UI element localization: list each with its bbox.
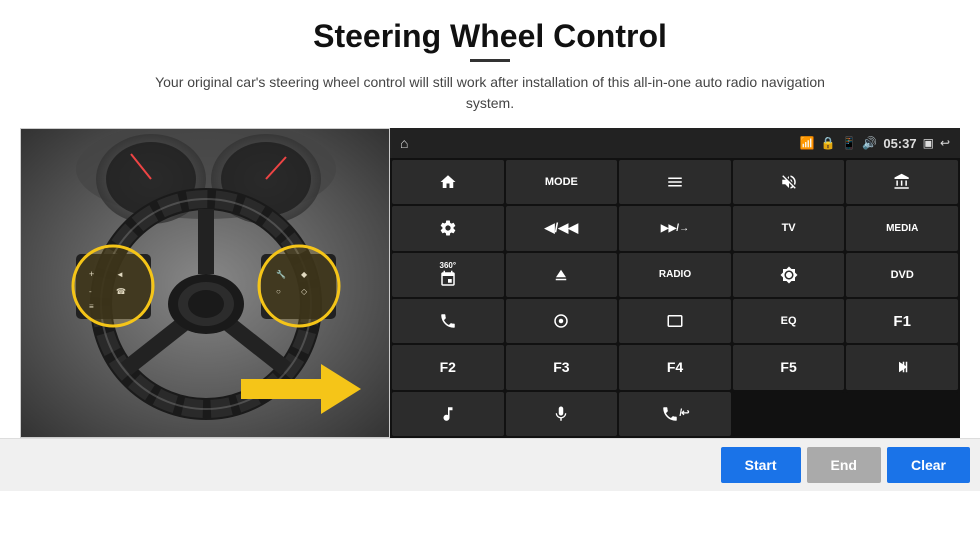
statusbar-left: ⌂ (400, 135, 408, 151)
btn-dvd[interactable]: DVD (846, 253, 958, 297)
btn-apps[interactable] (846, 160, 958, 204)
btn-playpause[interactable] (846, 345, 958, 389)
btn-f1[interactable]: F1 (846, 299, 958, 343)
back-icon: ↩ (940, 136, 950, 150)
btn-mic[interactable] (506, 392, 618, 436)
sim-icon: 📱 (841, 136, 856, 150)
btn-swipe[interactable] (506, 299, 618, 343)
btn-phone[interactable] (392, 299, 504, 343)
subtitle: Your original car's steering wheel contr… (140, 72, 840, 114)
window-icon: ▣ (923, 136, 934, 150)
btn-settings[interactable] (392, 206, 504, 250)
btn-cam360[interactable]: 360° (392, 253, 504, 297)
bluetooth-icon: 🔊 (862, 136, 877, 150)
page-title: Steering Wheel Control (0, 0, 980, 59)
bottom-bar: Start End Clear (0, 438, 980, 491)
btn-eq[interactable]: EQ (733, 299, 845, 343)
start-button[interactable]: Start (721, 447, 801, 483)
btn-empty4 (733, 392, 845, 436)
home-status-icon: ⌂ (400, 135, 408, 151)
lock-icon: 🔒 (820, 136, 835, 150)
btn-vol-mute[interactable] (733, 160, 845, 204)
btn-brightness[interactable] (733, 253, 845, 297)
control-grid: MODE ◀/◀◀ ▶▶/→ TV MEDIA 360° (390, 158, 960, 438)
statusbar-right: 📶 🔒 📱 🔊 05:37 ▣ ↩ (800, 136, 950, 151)
end-button[interactable]: End (807, 447, 881, 483)
btn-home[interactable] (392, 160, 504, 204)
btn-tv[interactable]: TV (733, 206, 845, 250)
btn-f3[interactable]: F3 (506, 345, 618, 389)
btn-prev[interactable]: ◀/◀◀ (506, 206, 618, 250)
content-row: + - ◄ ☎ ≡ 🔧 ◆ ○ ◇ (0, 128, 980, 438)
btn-window[interactable] (619, 299, 731, 343)
time-display: 05:37 (883, 136, 916, 151)
btn-f4[interactable]: F4 (619, 345, 731, 389)
btn-next[interactable]: ▶▶/→ (619, 206, 731, 250)
btn-eject[interactable] (506, 253, 618, 297)
btn-menu[interactable] (619, 160, 731, 204)
btn-f2[interactable]: F2 (392, 345, 504, 389)
title-divider (470, 59, 510, 62)
btn-f5[interactable]: F5 (733, 345, 845, 389)
btn-radio[interactable]: RADIO (619, 253, 731, 297)
btn-music[interactable] (392, 392, 504, 436)
btn-handsfree[interactable]: /↩ (619, 392, 731, 436)
btn-media[interactable]: MEDIA (846, 206, 958, 250)
head-unit-panel: ⌂ 📶 🔒 📱 🔊 05:37 ▣ ↩ MODE (390, 128, 960, 438)
btn-mode[interactable]: MODE (506, 160, 618, 204)
steering-wheel-image: + - ◄ ☎ ≡ 🔧 ◆ ○ ◇ (20, 128, 390, 438)
clear-button[interactable]: Clear (887, 447, 970, 483)
wifi-icon: 📶 (800, 136, 815, 150)
statusbar: ⌂ 📶 🔒 📱 🔊 05:37 ▣ ↩ (390, 128, 960, 158)
btn-empty5 (846, 392, 958, 436)
